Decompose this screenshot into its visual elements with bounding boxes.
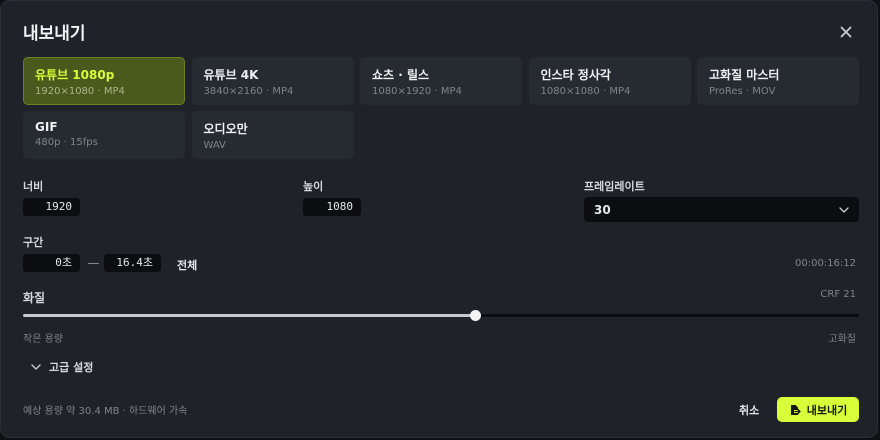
framerate-label: 프레임레이트 <box>584 180 645 193</box>
advanced-settings-label: 고급 설정 <box>49 361 94 374</box>
range-end-input[interactable]: 16.4초 <box>104 254 161 272</box>
preset-name: 인스타 정사각 <box>540 68 611 82</box>
crf-value: CRF 21 <box>820 289 856 300</box>
framerate-select[interactable]: 30 <box>584 197 859 222</box>
preset-gif[interactable]: GIF 480p · 15fps <box>23 111 185 159</box>
export-dialog: 내보내기 유튜브 1080p 1920×1080 · MP4 유튜브 4K 38… <box>0 0 878 438</box>
preset-audio-only[interactable]: 오디오만 WAV <box>191 111 354 159</box>
preset-name: 오디오만 <box>203 122 248 136</box>
quality-max-hint: 고화질 <box>828 334 856 345</box>
preset-name: 쇼츠 · 릴스 <box>372 68 430 82</box>
duration-readout: 00:00:16:12 <box>794 258 856 269</box>
preset-shorts-reels[interactable]: 쇼츠 · 릴스 1080×1920 · MP4 <box>360 57 522 105</box>
framerate-value: 30 <box>594 202 611 217</box>
preset-name: GIF <box>35 120 58 134</box>
quality-label: 화질 <box>23 291 46 305</box>
export-file-icon <box>790 404 801 415</box>
export-label: 내보내기 <box>806 403 848 417</box>
preset-youtube-1080p[interactable]: 유튜브 1080p 1920×1080 · MP4 <box>23 57 185 105</box>
preset-youtube-4k[interactable]: 유튜브 4K 3840×2160 · MP4 <box>191 57 354 105</box>
preset-spec: WAV <box>203 140 226 151</box>
preset-name: 고화질 마스터 <box>709 68 780 82</box>
chevron-down-icon <box>31 364 41 370</box>
preset-spec: 1080×1080 · MP4 <box>540 86 631 97</box>
preset-spec: 3840×2160 · MP4 <box>203 86 294 97</box>
range-all-button[interactable]: 전체 <box>177 257 197 273</box>
cancel-button[interactable]: 취소 <box>739 402 759 418</box>
quality-slider[interactable] <box>23 310 859 321</box>
preset-insta-square[interactable]: 인스타 정사각 1080×1080 · MP4 <box>528 57 691 105</box>
estimate-text: 예상 용량 약 30.4 MB · 하드웨어 가속 <box>23 406 188 417</box>
preset-spec: 480p · 15fps <box>35 137 98 148</box>
range-separator <box>88 263 99 264</box>
height-input[interactable]: 1080 <box>303 198 361 216</box>
preset-name: 유튜브 1080p <box>35 68 115 82</box>
quality-min-hint: 작은 용량 <box>23 334 63 345</box>
preset-spec: 1080×1920 · MP4 <box>372 86 462 97</box>
preset-spec: ProRes · MOV <box>709 86 776 97</box>
advanced-settings-toggle[interactable]: 고급 설정 <box>31 359 93 375</box>
preset-name: 유튜브 4K <box>203 68 259 82</box>
width-input[interactable]: 1920 <box>23 198 80 216</box>
preset-grid: 유튜브 1080p 1920×1080 · MP4 유튜브 4K 3840×21… <box>23 57 859 159</box>
width-label: 너비 <box>23 180 44 193</box>
quality-slider-thumb[interactable] <box>469 310 481 321</box>
dialog-title: 내보내기 <box>23 24 86 44</box>
range-label: 구간 <box>23 236 44 249</box>
preset-hq-master[interactable]: 고화질 마스터 ProRes · MOV <box>697 57 859 105</box>
chevron-down-icon <box>839 206 849 213</box>
preset-spec: 1920×1080 · MP4 <box>35 86 125 97</box>
quality-slider-fill <box>23 314 476 317</box>
close-icon <box>840 26 852 38</box>
export-button[interactable]: 내보내기 <box>777 397 859 422</box>
height-label: 높이 <box>303 180 324 193</box>
close-button[interactable] <box>835 21 857 43</box>
range-start-input[interactable]: 0초 <box>23 254 80 272</box>
